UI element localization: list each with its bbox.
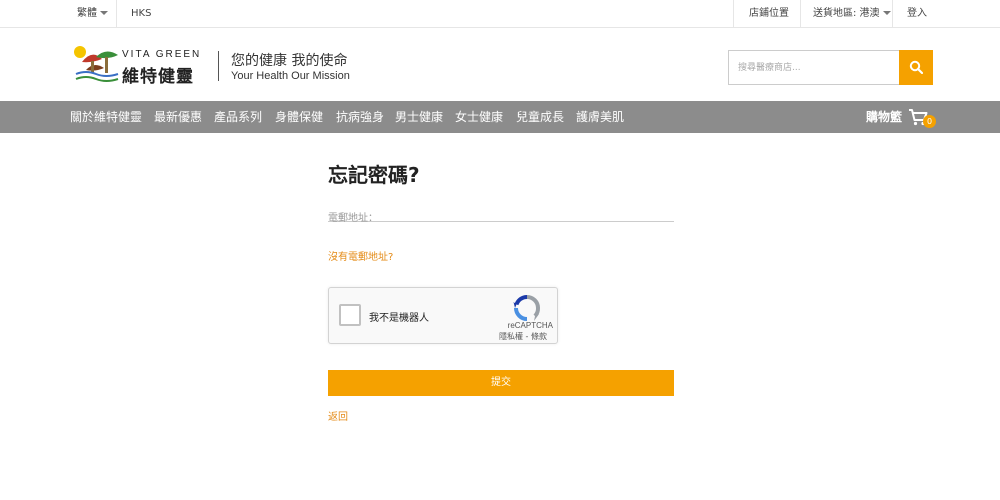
- back-link[interactable]: 返回: [328, 408, 348, 423]
- store-locations-link[interactable]: 店鋪位置: [749, 0, 789, 28]
- nav-item-products[interactable]: 產品系列: [214, 101, 262, 133]
- no-email-link[interactable]: 沒有電郵地址?: [328, 248, 393, 263]
- header: VITA GREEN 維特健靈 您的健康 我的使命 Your Health Ou…: [0, 29, 1000, 101]
- nav-item-mens-health[interactable]: 男士健康: [395, 101, 443, 133]
- delivery-region-selector[interactable]: 送貨地區: 港澳: [813, 0, 891, 28]
- divider: [116, 0, 117, 28]
- login-link[interactable]: 登入: [907, 0, 927, 28]
- email-field[interactable]: [328, 211, 674, 226]
- logo-mushroom-icon: [74, 46, 119, 82]
- search-box: [728, 50, 899, 85]
- recaptcha-label: 我不是機器人: [369, 313, 429, 324]
- recaptcha-brand: reCAPTCHA: [507, 321, 553, 330]
- cart-label: 購物籃: [866, 110, 903, 124]
- divider: [733, 0, 734, 28]
- logo[interactable]: VITA GREEN 維特健靈: [72, 43, 202, 87]
- store-locations-label: 店鋪位置: [749, 8, 789, 19]
- submit-button[interactable]: 提交: [328, 370, 674, 396]
- chevron-down-icon: [882, 11, 891, 15]
- nav-item-immunity[interactable]: 抗病強身: [336, 101, 384, 133]
- currency-label: HKS: [131, 8, 152, 19]
- chevron-down-icon: [100, 11, 108, 15]
- recaptcha-checkbox[interactable]: [339, 304, 361, 326]
- logo-text-zh: 維特健靈: [122, 67, 194, 87]
- page-title: 忘記密碼?: [328, 163, 420, 187]
- search-icon: [909, 60, 923, 74]
- search-button[interactable]: [899, 50, 933, 85]
- nav-item-womens-health[interactable]: 女士健康: [455, 101, 503, 133]
- currency-selector[interactable]: HKS: [131, 0, 151, 28]
- logo-text-en: VITA GREEN: [122, 49, 202, 60]
- login-label: 登入: [907, 8, 927, 19]
- slogan-zh: 您的健康 我的使命: [231, 53, 348, 69]
- divider: [892, 0, 893, 28]
- slogan-en: Your Health Our Mission: [231, 70, 350, 82]
- divider: [218, 51, 219, 81]
- recaptcha-terms-link[interactable]: 隱私權 - 條款: [499, 331, 547, 342]
- recaptcha-widget: 我不是機器人 reCAPTCHA 隱私權 - 條款: [328, 287, 558, 344]
- cart-count-badge: 0: [923, 115, 936, 128]
- email-field-wrapper: [328, 206, 674, 226]
- nav-item-skincare[interactable]: 護膚美肌: [576, 101, 624, 133]
- recaptcha-logo-icon: [513, 294, 540, 321]
- divider: [800, 0, 801, 28]
- delivery-region-label: 送貨地區: 港澳: [813, 8, 880, 19]
- nav-item-kids-growth[interactable]: 兒童成長: [516, 101, 564, 133]
- top-bar: 繁體 HKS 店鋪位置 送貨地區: 港澳 登入: [0, 0, 1000, 28]
- search-input[interactable]: [729, 51, 899, 84]
- language-label: 繁體: [77, 8, 97, 19]
- language-selector[interactable]: 繁體: [77, 0, 108, 28]
- nav-item-body-care[interactable]: 身體保健: [275, 101, 323, 133]
- nav-item-offers[interactable]: 最新優惠: [154, 101, 202, 133]
- main-nav: 關於維特健靈 最新優惠 產品系列 身體保健 抗病強身 男士健康 女士健康 兒童成…: [0, 101, 1000, 133]
- nav-item-about[interactable]: 關於維特健靈: [70, 101, 142, 133]
